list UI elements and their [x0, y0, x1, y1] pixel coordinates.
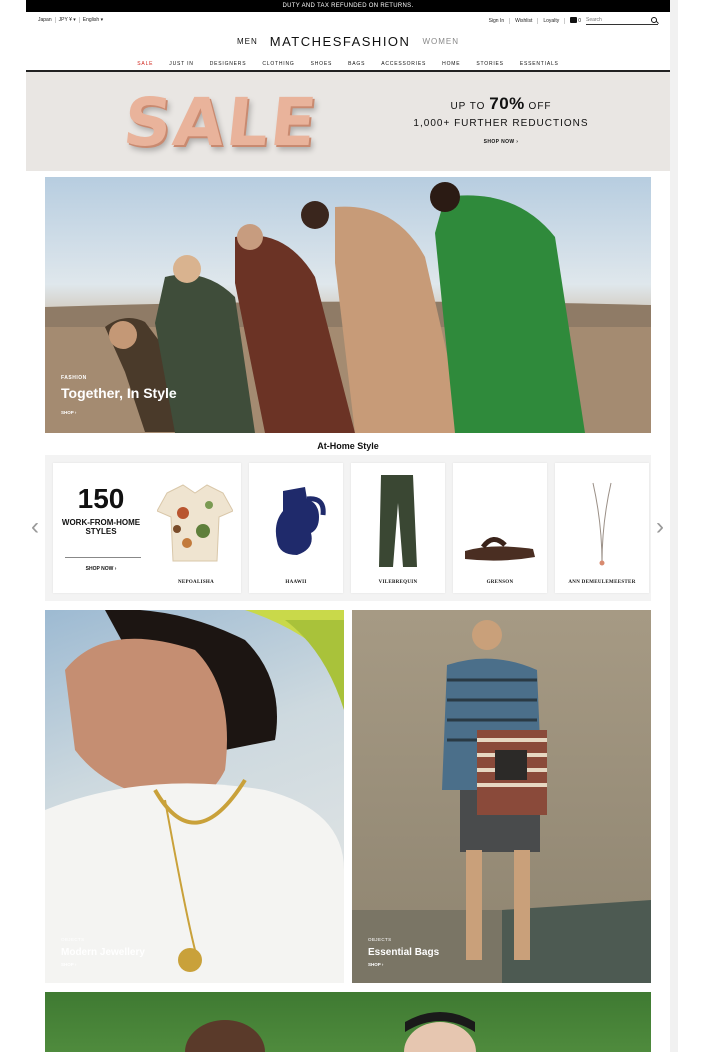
product-card[interactable]: VILEBREQUIN: [351, 463, 445, 593]
necklace-image: [592, 482, 612, 566]
tile-essential-bags[interactable]: OBJECTS Essential Bags SHOP ›: [352, 610, 651, 983]
grass-portrait-image: [185, 1012, 476, 1052]
product-card[interactable]: GRENSON: [453, 463, 547, 593]
tile-shop-link[interactable]: SHOP ›: [61, 962, 76, 967]
sale-headline-suffix: OFF: [524, 101, 552, 112]
product-brand: ANN DEMEULEMEESTER: [568, 580, 636, 585]
sale-percent: 70%: [489, 94, 525, 113]
page-gutter: [670, 0, 678, 1052]
wishlist-link[interactable]: Wishlist: [515, 17, 539, 24]
country-selector[interactable]: Japan: [38, 17, 56, 23]
shirt-image: [157, 484, 233, 562]
search-box: [586, 16, 658, 25]
search-input[interactable]: [586, 16, 646, 24]
sale-shop-now-link[interactable]: SHOP NOW ›: [386, 139, 616, 145]
promo-text: WORK-FROM-HOME STYLES: [61, 518, 141, 536]
carousel-prev-icon[interactable]: ‹: [31, 513, 41, 541]
jewellery-image: [45, 610, 344, 983]
tile-category: OBJECTS: [61, 937, 85, 942]
bottom-editorial-tile[interactable]: [45, 992, 651, 1052]
men-link[interactable]: MEN: [237, 37, 258, 46]
site-logo[interactable]: MATCHESFASHION: [270, 34, 411, 49]
product-brand: VILEBREQUIN: [378, 580, 418, 585]
sale-headline: UP TO 70% OFF: [386, 94, 616, 114]
product-brand: NEPOALISHA: [177, 580, 215, 585]
product-card[interactable]: HAAWII: [249, 463, 343, 593]
bag-icon: [570, 17, 578, 24]
sign-in-link[interactable]: Sign In: [489, 17, 511, 24]
hero-fashion-banner[interactable]: FASHION Together, In Style SHOP ›: [45, 177, 651, 433]
page: DUTY AND TAX REFUNDED ON RETURNS. Japan …: [26, 0, 670, 1052]
promo-card[interactable]: 150 WORK-FROM-HOME STYLES SHOP NOW › NEP…: [53, 463, 241, 593]
product-brand: GRENSON: [486, 580, 514, 585]
promo-divider: [65, 557, 141, 558]
hero-shop-link[interactable]: SHOP ›: [61, 410, 76, 415]
sale-banner[interactable]: SALE UP TO 70% OFF 1,000+ FURTHER REDUCT…: [26, 72, 670, 171]
promo-number: 150: [77, 483, 125, 514]
tile-title: Modern Jewellery: [61, 947, 145, 958]
bags-image: [352, 620, 651, 983]
jug-image: [275, 487, 326, 555]
tile-category: OBJECTS: [368, 937, 392, 942]
product-brand: HAAWII: [285, 580, 307, 585]
language-selector[interactable]: English ▾: [83, 17, 106, 23]
hero-category: FASHION: [61, 375, 87, 381]
tile-title: Essential Bags: [368, 947, 440, 958]
brand-row: MEN MATCHESFASHION WOMEN: [26, 32, 670, 50]
trousers-image: [379, 475, 417, 567]
carousel-next-icon[interactable]: ›: [656, 513, 666, 541]
hero-title: Together, In Style: [61, 385, 177, 401]
utility-bar: Japan JPY ¥ ▾ English ▾ Sign In Wishlist…: [26, 15, 670, 27]
at-home-carousel: 150 WORK-FROM-HOME STYLES SHOP NOW › NEP…: [45, 455, 651, 601]
promo-top-bar[interactable]: DUTY AND TAX REFUNDED ON RETURNS.: [26, 0, 670, 12]
at-home-title: At-Home Style: [317, 441, 379, 451]
women-link[interactable]: WOMEN: [422, 37, 459, 46]
loyalty-link[interactable]: Loyalty: [543, 17, 566, 24]
sandals-image: [465, 537, 535, 561]
sale-headline-prefix: UP TO: [450, 101, 490, 112]
sale-graphic: SALE: [119, 84, 322, 161]
search-icon[interactable]: [651, 17, 657, 23]
bag-button[interactable]: 0: [570, 17, 581, 24]
promo-shop-now-link[interactable]: SHOP NOW ›: [61, 566, 141, 572]
bag-count: 0: [578, 17, 581, 24]
sale-subheadline: 1,000+ FURTHER REDUCTIONS: [413, 118, 589, 129]
sale-copy: UP TO 70% OFF 1,000+ FURTHER REDUCTIONS …: [386, 94, 616, 145]
currency-selector[interactable]: JPY ¥ ▾: [59, 17, 80, 23]
tile-modern-jewellery[interactable]: OBJECTS Modern Jewellery SHOP ›: [45, 610, 344, 983]
product-card[interactable]: ANN DEMEULEMEESTER: [555, 463, 649, 593]
tile-shop-link[interactable]: SHOP ›: [368, 962, 383, 967]
promo-message: DUTY AND TAX REFUNDED ON RETURNS.: [282, 3, 414, 9]
